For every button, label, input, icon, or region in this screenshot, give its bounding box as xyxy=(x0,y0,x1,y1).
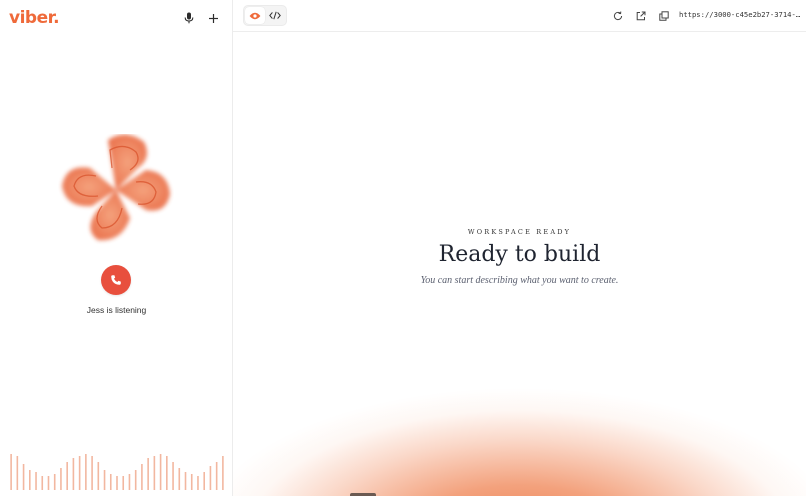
waveform-bar xyxy=(22,464,25,490)
waveform-bar xyxy=(97,462,100,490)
waveform-bar xyxy=(172,462,174,490)
chat-header: viber. xyxy=(0,0,232,36)
code-view-button[interactable] xyxy=(265,7,285,24)
waveform-bar xyxy=(178,468,181,490)
open-external-button[interactable] xyxy=(634,9,648,23)
end-call-button[interactable] xyxy=(101,265,131,295)
copy-url-button[interactable] xyxy=(657,9,671,23)
waveform-bar xyxy=(128,474,131,490)
waveform-bar xyxy=(122,476,125,490)
waveform-bar xyxy=(29,470,31,490)
waveform-bar xyxy=(91,456,93,490)
waveform-bar xyxy=(60,468,62,490)
external-link-icon xyxy=(636,11,646,21)
waveform-bar xyxy=(85,454,87,490)
waveform-bar xyxy=(197,476,199,490)
preview-canvas: WORKSPACE READY Ready to build You can s… xyxy=(233,33,806,496)
waveform-bar xyxy=(184,472,187,490)
waveform-bar xyxy=(147,458,149,490)
preview-panel: https://3000-c45e2b27-3714-4… WORKSPACE … xyxy=(233,0,806,496)
new-chat-button[interactable] xyxy=(204,9,222,27)
chat-panel: viber. Jess is listening xyxy=(0,0,233,496)
waveform-bar xyxy=(103,470,106,490)
waveform-bar xyxy=(190,474,193,490)
waveform-bar xyxy=(10,454,12,490)
code-icon xyxy=(269,11,281,20)
microphone-icon xyxy=(184,12,194,24)
waveform-bar xyxy=(47,476,50,490)
waveform-bar xyxy=(203,472,205,490)
refresh-button[interactable] xyxy=(611,9,625,23)
waveform-bar xyxy=(116,476,118,490)
waveform-bar xyxy=(66,462,68,490)
waveform-bar xyxy=(209,466,212,490)
waveform-bar xyxy=(41,476,44,490)
waveform-bar xyxy=(53,474,56,490)
waveform-bar xyxy=(16,456,19,490)
plus-icon xyxy=(208,13,218,23)
waveform-bar xyxy=(78,456,81,490)
voice-orb xyxy=(62,134,170,241)
waveform-bar xyxy=(159,454,162,490)
phone-icon xyxy=(111,275,121,285)
waveform-bar xyxy=(166,456,168,490)
waveform-bar xyxy=(141,464,143,490)
waveform-bar xyxy=(222,456,224,490)
preview-url[interactable]: https://3000-c45e2b27-3714-4… xyxy=(679,10,801,19)
view-toggle xyxy=(243,5,287,26)
waveform-bar xyxy=(134,470,137,490)
eye-icon xyxy=(249,12,261,19)
preview-view-button[interactable] xyxy=(245,7,265,24)
refresh-icon xyxy=(613,11,623,21)
empty-state-subtitle: You can start describing what you want t… xyxy=(420,275,619,286)
copy-icon xyxy=(659,11,669,21)
preview-toolbar: https://3000-c45e2b27-3714-4… xyxy=(233,0,806,32)
waveform-bar xyxy=(35,472,37,490)
waveform-bar xyxy=(153,456,156,490)
waveform-bar xyxy=(215,462,218,490)
audio-waveform xyxy=(10,454,224,490)
empty-state: WORKSPACE READY Ready to build You can s… xyxy=(233,228,806,287)
listening-status: Jess is listening xyxy=(86,305,147,315)
app-logo[interactable]: viber. xyxy=(9,8,60,28)
waveform-bar xyxy=(72,458,75,490)
waveform-bar xyxy=(109,474,112,490)
microphone-button[interactable] xyxy=(180,9,198,27)
empty-state-title: Ready to build xyxy=(438,242,601,267)
workspace-status-label: WORKSPACE READY xyxy=(467,228,572,236)
